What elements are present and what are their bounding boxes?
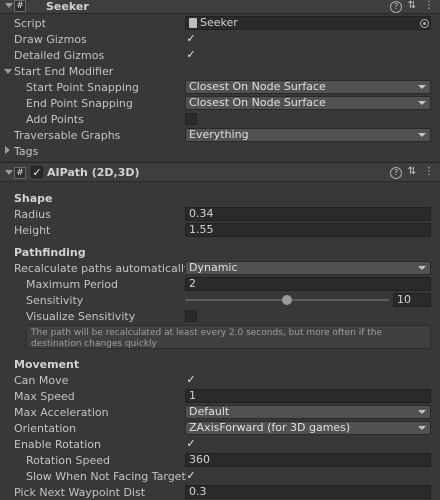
chevron-down-icon bbox=[418, 266, 426, 270]
chevron-down-icon bbox=[418, 101, 426, 105]
chevron-down-icon bbox=[418, 85, 426, 89]
shape-header: Shape bbox=[14, 192, 53, 205]
object-picker-icon[interactable] bbox=[420, 19, 429, 28]
start-point-snapping-label: Start Point Snapping bbox=[26, 81, 139, 94]
end-point-snapping-dropdown[interactable]: Closest On Node Surface bbox=[185, 96, 431, 110]
aipath-component-header[interactable]: # ✓ AIPath (2D,3D) ? ⇅ ⋮ bbox=[0, 162, 440, 182]
kebab-menu-icon[interactable]: ⋮ bbox=[423, 166, 435, 178]
orientation-value: ZAxisForward (for 3D games) bbox=[189, 421, 351, 434]
rotation-speed-field[interactable]: 360 bbox=[185, 453, 431, 467]
start-point-snapping-value: Closest On Node Surface bbox=[189, 80, 326, 93]
visualize-sensitivity-checkbox[interactable] bbox=[185, 310, 197, 322]
rotation-speed-label: Rotation Speed bbox=[26, 454, 110, 467]
aipath-enabled-checkbox[interactable]: ✓ bbox=[31, 166, 43, 179]
recalculate-paths-value: Dynamic bbox=[189, 261, 238, 274]
height-field[interactable]: 1.55 bbox=[185, 223, 431, 237]
height-label: Height bbox=[14, 224, 51, 237]
enable-rotation-checkbox[interactable]: ✓ bbox=[185, 438, 197, 450]
seeker-foldout-arrow-icon[interactable] bbox=[5, 3, 13, 8]
pathfinding-header: Pathfinding bbox=[14, 246, 86, 259]
draw-gizmos-label: Draw Gizmos bbox=[14, 33, 87, 46]
max-acceleration-dropdown[interactable]: Default bbox=[185, 405, 431, 419]
radius-label: Radius bbox=[14, 208, 51, 221]
movement-header: Movement bbox=[14, 358, 80, 371]
script-label: Script bbox=[14, 17, 46, 30]
visualize-sensitivity-label: Visualize Sensitivity bbox=[26, 310, 136, 323]
script-object-field[interactable]: Seeker bbox=[185, 16, 431, 30]
chevron-down-icon bbox=[418, 133, 426, 137]
sensitivity-field[interactable]: 10 bbox=[393, 293, 431, 307]
detailed-gizmos-label: Detailed Gizmos bbox=[14, 49, 105, 62]
start-point-snapping-dropdown[interactable]: Closest On Node Surface bbox=[185, 80, 431, 94]
add-points-checkbox[interactable] bbox=[185, 113, 197, 125]
settings-sliders-icon[interactable]: ⇅ bbox=[406, 166, 418, 178]
slow-when-not-facing-label: Slow When Not Facing Target bbox=[26, 470, 186, 483]
script-value: Seeker bbox=[200, 16, 238, 29]
sensitivity-slider-handle[interactable] bbox=[282, 295, 292, 305]
max-acceleration-value: Default bbox=[189, 405, 230, 418]
detailed-gizmos-checkbox[interactable]: ✓ bbox=[185, 49, 197, 61]
radius-field[interactable]: 0.34 bbox=[185, 207, 431, 221]
add-points-label: Add Points bbox=[26, 113, 84, 126]
maximum-period-label: Maximum Period bbox=[26, 278, 118, 291]
tags-foldout-icon[interactable] bbox=[5, 146, 10, 154]
help-icon[interactable]: ? bbox=[390, 1, 402, 13]
start-end-modifier-foldout-icon[interactable] bbox=[4, 69, 12, 74]
help-icon[interactable]: ? bbox=[390, 167, 402, 179]
help-box: The path will be recalculated at least e… bbox=[26, 325, 431, 349]
tags-label[interactable]: Tags bbox=[14, 145, 38, 158]
traversable-graphs-value: Everything bbox=[189, 128, 249, 141]
can-move-label: Can Move bbox=[14, 374, 69, 387]
max-speed-label: Max Speed bbox=[14, 390, 75, 403]
pick-next-waypoint-label: Pick Next Waypoint Dist bbox=[14, 486, 146, 499]
end-point-snapping-value: Closest On Node Surface bbox=[189, 96, 326, 109]
kebab-menu-icon[interactable]: ⋮ bbox=[423, 0, 435, 12]
enable-rotation-label: Enable Rotation bbox=[14, 438, 101, 451]
aipath-title: AIPath (2D,3D) bbox=[47, 166, 140, 179]
script-icon: # bbox=[14, 167, 26, 179]
chevron-down-icon bbox=[418, 410, 426, 414]
aipath-foldout-arrow-icon[interactable] bbox=[5, 170, 13, 175]
start-end-modifier-label[interactable]: Start End Modifier bbox=[14, 65, 113, 78]
recalculate-paths-label: Recalculate paths automatically bbox=[14, 262, 191, 275]
pick-next-waypoint-field[interactable]: 0.3 bbox=[185, 485, 431, 499]
script-file-icon bbox=[189, 18, 197, 28]
draw-gizmos-checkbox[interactable]: ✓ bbox=[185, 33, 197, 45]
max-speed-field[interactable]: 1 bbox=[185, 389, 431, 403]
recalculate-paths-dropdown[interactable]: Dynamic bbox=[185, 261, 431, 275]
orientation-label: Orientation bbox=[14, 422, 77, 435]
settings-sliders-icon[interactable]: ⇅ bbox=[406, 0, 418, 12]
script-icon: # bbox=[14, 0, 26, 12]
sensitivity-label: Sensitivity bbox=[26, 294, 84, 307]
end-point-snapping-label: End Point Snapping bbox=[26, 97, 133, 110]
seeker-component-header[interactable]: # Seeker ? ⇅ ⋮ bbox=[0, 0, 440, 14]
max-acceleration-label: Max Acceleration bbox=[14, 406, 109, 419]
chevron-down-icon bbox=[418, 426, 426, 430]
traversable-graphs-dropdown[interactable]: Everything bbox=[185, 128, 431, 142]
slow-when-not-facing-checkbox[interactable]: ✓ bbox=[185, 470, 197, 482]
traversable-graphs-label: Traversable Graphs bbox=[14, 129, 121, 142]
orientation-dropdown[interactable]: ZAxisForward (for 3D games) bbox=[185, 421, 431, 435]
can-move-checkbox[interactable]: ✓ bbox=[185, 374, 197, 386]
seeker-title: Seeker bbox=[46, 0, 89, 13]
maximum-period-field[interactable]: 2 bbox=[185, 277, 431, 291]
